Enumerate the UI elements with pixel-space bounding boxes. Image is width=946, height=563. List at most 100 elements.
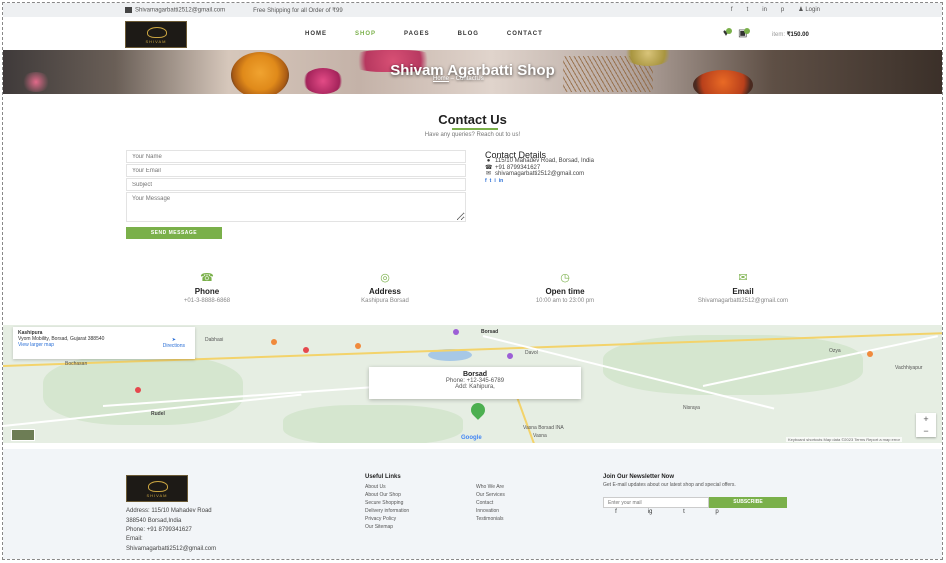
footer-email-label: Email:: [126, 536, 143, 542]
breadcrumb: Home – ContactUs: [433, 76, 484, 82]
footer-logo-text: SHIVAM: [146, 493, 168, 498]
info-open-time-title: Open time: [545, 287, 585, 296]
facebook-icon[interactable]: f: [609, 509, 623, 515]
newsletter-email-input[interactable]: [603, 497, 709, 508]
location-icon: ◎: [380, 272, 390, 284]
email-field[interactable]: [126, 164, 466, 177]
nav-home[interactable]: HOME: [305, 31, 327, 37]
details-email: ✉ shivamagarbatti2512@gmail.com: [485, 170, 584, 178]
info-address-title: Address: [368, 287, 401, 296]
wishlist-badge: [725, 28, 732, 34]
footer-link[interactable]: Secure Shopping: [365, 500, 403, 506]
footer-link[interactable]: About Our Shop: [365, 492, 401, 498]
nav-pages[interactable]: PAGES: [404, 31, 430, 37]
name-field[interactable]: [126, 150, 466, 163]
send-message-button[interactable]: SEND MESSAGE: [126, 227, 222, 239]
linkedin-icon[interactable]: in: [499, 178, 503, 184]
info-email-value: Shivamagarbatti2512@gmail.com: [697, 298, 789, 304]
facebook-icon[interactable]: f: [485, 178, 487, 184]
newsletter-text: Get E-mail updates about our latest shop…: [603, 482, 736, 488]
footer-phone: Phone: +91 8799341627: [126, 527, 192, 533]
login-label: Login: [805, 7, 820, 13]
zoom-out-button[interactable]: −: [916, 425, 936, 437]
footer-link[interactable]: Innovation: [476, 508, 499, 514]
map-green-area: [283, 405, 463, 443]
site-logo[interactable]: SHIVAM: [125, 21, 187, 48]
details-email-text[interactable]: shivamagarbatti2512@gmail.com: [495, 171, 584, 177]
map-place: Nisraya: [683, 405, 700, 411]
wishlist-icon[interactable]: ♥: [723, 28, 732, 39]
footer-link[interactable]: Our Services: [476, 492, 505, 498]
logo-emblem-icon: [148, 481, 168, 492]
twitter-icon[interactable]: t: [747, 7, 749, 13]
footer-link[interactable]: About Us: [365, 484, 386, 490]
map-poi-pin: [507, 353, 513, 359]
footer-link[interactable]: Who We Are: [476, 484, 504, 490]
map-popup: Borsad Phone: +12-345-6789 Add: Kahipura…: [369, 367, 581, 399]
map-attribution: Keyboard shortcuts Map data ©2023 Terms …: [785, 437, 902, 442]
topbar-email[interactable]: Shivamagarbatti2512@gmail.com: [125, 7, 225, 14]
info-phone: ☎ Phone +01-3-8888-6868: [137, 271, 277, 304]
map-place: Ozya: [829, 348, 841, 354]
footer-link[interactable]: Privacy Policy: [365, 516, 396, 522]
cart-icon[interactable]: ▣: [738, 28, 751, 39]
map-place: Borsad: [481, 329, 499, 335]
useful-links-title: Useful Links: [365, 474, 401, 480]
map-place: Davol: [525, 350, 538, 356]
info-open-time-value: 10:00 am to 23:00 pm: [535, 298, 595, 304]
google-map[interactable]: Dabhasi Bochasan Borsad Davol Rudel Nisr…: [3, 325, 942, 443]
zoom-in-button[interactable]: +: [916, 413, 936, 425]
twitter-icon[interactable]: t: [677, 509, 691, 515]
topbar-email-text: Shivamagarbatti2512@gmail.com: [135, 7, 226, 14]
map-satellite-toggle[interactable]: [11, 429, 35, 441]
footer-link[interactable]: Delivery information: [365, 508, 409, 514]
map-place: Vasna Borsad INA: [523, 425, 564, 431]
directions-button[interactable]: ➤ Directions: [163, 337, 185, 349]
directions-label: Directions: [162, 343, 185, 349]
map-poi-pin: [453, 329, 459, 335]
envelope-icon: ✉: [738, 272, 748, 284]
cart-badge: [744, 28, 751, 34]
login-link[interactable]: ♟ Login: [798, 6, 820, 13]
footer-email[interactable]: Shivamagarbatti2512@gmail.com: [126, 546, 216, 552]
info-address-value: Kashipura Borsad: [361, 298, 409, 304]
subject-field[interactable]: [126, 178, 466, 191]
footer-address-2: 388540 Borsad,India: [126, 518, 182, 524]
nav-contact[interactable]: CONTACT: [507, 31, 543, 37]
view-larger-map-link[interactable]: View larger map: [18, 342, 54, 348]
twitter-icon[interactable]: t: [490, 178, 492, 184]
footer-logo[interactable]: SHIVAM: [126, 475, 188, 502]
page-title: Contact Us: [438, 112, 507, 127]
map-marker-icon[interactable]: [468, 400, 488, 420]
footer-link[interactable]: Contact: [476, 500, 493, 506]
footer-link[interactable]: Testimonials: [476, 516, 504, 522]
info-phone-title: Phone: [194, 287, 220, 296]
title-underline: [452, 128, 498, 130]
nav-shop[interactable]: SHOP: [355, 31, 376, 37]
facebook-icon[interactable]: f: [731, 7, 733, 13]
nav-blog[interactable]: BLOG: [458, 31, 479, 37]
subscribe-button[interactable]: SUBSCRIBE: [709, 497, 787, 508]
topbar-shipping: Free Shipping for all Order of ₹99: [253, 8, 343, 14]
page-subtitle: Have any queries? Reach out to us!: [424, 132, 521, 138]
breadcrumb-home[interactable]: Home: [433, 76, 449, 82]
hero-banner: Shivam Agarbatti Shop: [3, 50, 942, 94]
cart-total-label: item:: [772, 32, 786, 38]
message-field[interactable]: [126, 192, 466, 222]
top-bar: Shivamagarbatti2512@gmail.com Free Shipp…: [3, 3, 942, 17]
instagram-icon[interactable]: ig: [643, 509, 657, 515]
footer-link[interactable]: Our Sitemap: [365, 524, 393, 530]
pinterest-icon[interactable]: p: [781, 7, 784, 13]
header-icons: ♥ ▣: [723, 28, 751, 39]
instagram-icon[interactable]: i: [494, 178, 495, 184]
map-info-card: Kashipura Vyom Mobility, Borsad, Gujarat…: [13, 327, 195, 359]
info-address: ◎ Address Kashipura Borsad: [315, 271, 455, 304]
phone-icon: ☎: [200, 272, 214, 284]
details-social: f t i in: [485, 178, 503, 184]
user-icon: ♟: [798, 7, 804, 13]
pinterest-icon[interactable]: p: [710, 509, 724, 515]
main-nav: HOME SHOP PAGES BLOG CONTACT: [305, 31, 543, 37]
linkedin-icon[interactable]: in: [762, 7, 767, 13]
breadcrumb-current: ContactUs: [455, 76, 484, 82]
logo-text: SHIVAM: [145, 39, 167, 44]
